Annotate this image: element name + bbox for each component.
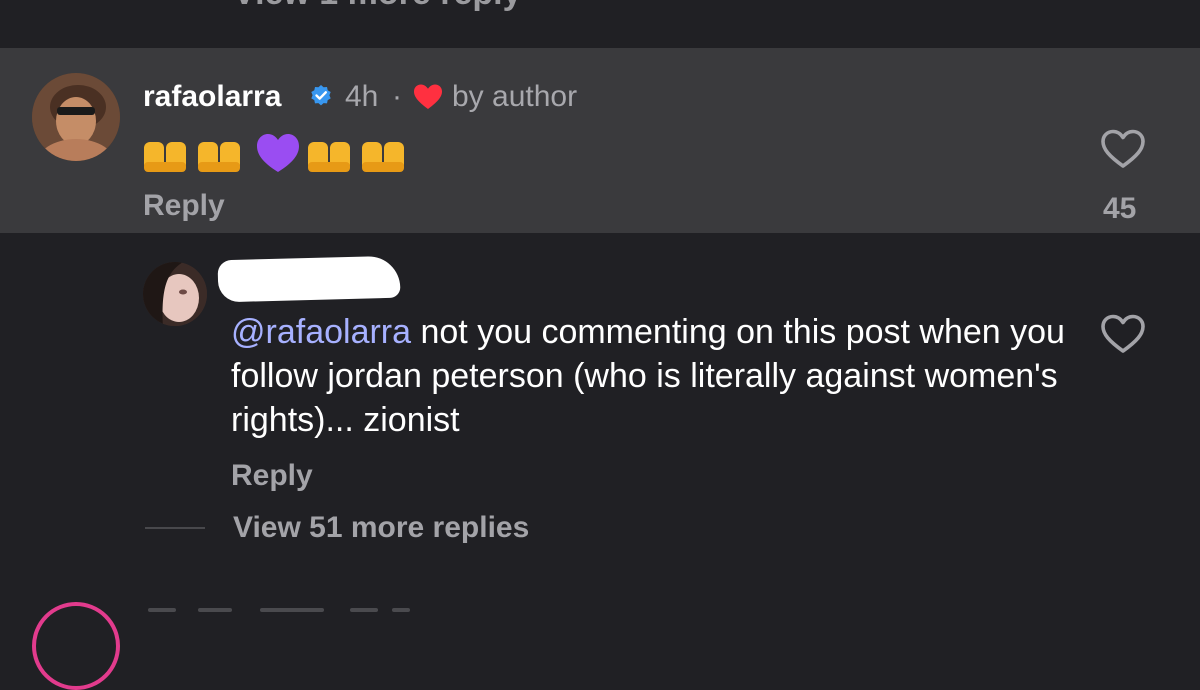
next-comment-avatar[interactable] <box>32 602 120 690</box>
previous-thread-strip: View 1 more reply <box>0 0 1200 48</box>
next-comment-text-fragment <box>198 608 232 612</box>
redacted-username <box>217 255 401 303</box>
profile-photo <box>32 73 120 161</box>
reply-comment-text: @rafaolarra not you commenting on this p… <box>231 310 1071 442</box>
avatar[interactable] <box>32 73 120 161</box>
comment-username[interactable]: rafaolarra <box>143 80 281 114</box>
raising-hands-icon <box>308 142 350 172</box>
reply-button[interactable]: Reply <box>231 459 313 493</box>
profile-photo <box>143 262 207 326</box>
reply-button[interactable]: Reply <box>143 189 225 223</box>
meta-separator: · <box>392 80 402 113</box>
emoji-comment <box>144 134 404 172</box>
raising-hands-icon <box>362 142 404 172</box>
mention-link[interactable]: @rafaolarra <box>231 313 411 351</box>
thread-divider <box>145 527 205 529</box>
purple-heart-icon <box>257 134 299 172</box>
next-comment-text-fragment <box>260 608 324 612</box>
view-more-reply-link[interactable]: View 1 more reply <box>233 0 522 13</box>
like-count[interactable]: 45 <box>1103 192 1136 226</box>
red-heart-icon <box>414 84 442 109</box>
raising-hands-icon <box>198 142 240 172</box>
heart-outline-icon[interactable] <box>1100 313 1146 355</box>
verified-badge-icon <box>311 85 331 106</box>
view-more-replies-link[interactable]: View 51 more replies <box>233 511 529 545</box>
comment-timestamp: 4h <box>345 80 379 113</box>
reply-avatar[interactable] <box>143 262 207 326</box>
next-comment-text-fragment <box>350 608 378 612</box>
liked-by-author-label: by author <box>452 80 578 113</box>
heart-outline-icon[interactable] <box>1100 128 1146 170</box>
raising-hands-icon <box>144 142 186 172</box>
next-comment-text-fragment <box>392 608 410 612</box>
next-comment-text-fragment <box>148 608 176 612</box>
